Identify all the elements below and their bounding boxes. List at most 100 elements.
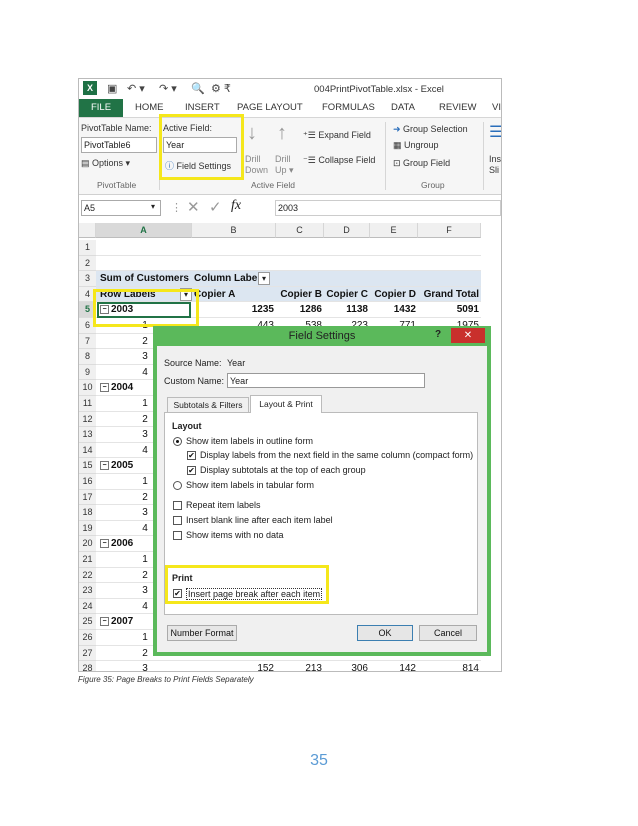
row-header[interactable]: 3: [79, 271, 96, 287]
collapse-icon[interactable]: −: [100, 539, 109, 549]
tab-formulas[interactable]: FORMULAS: [322, 102, 375, 113]
filter-dropdown-icon[interactable]: ▾: [258, 272, 270, 286]
row-header[interactable]: 21: [79, 552, 96, 568]
group-selection-button[interactable]: ➜ Group Selection: [393, 124, 468, 135]
cell-b5[interactable]: 1235: [192, 302, 276, 317]
row-header[interactable]: 2: [79, 255, 96, 272]
tab-home[interactable]: HOME: [135, 102, 164, 113]
tab-subtotals-filters[interactable]: Subtotals & Filters: [167, 397, 249, 412]
row-header[interactable]: 13: [79, 427, 96, 443]
insert-function-icon[interactable]: fx: [231, 198, 241, 214]
collapse-icon[interactable]: −: [100, 461, 109, 471]
cancel-icon[interactable]: ✕: [187, 198, 200, 216]
tab-review[interactable]: REVIEW: [439, 102, 476, 113]
cell-d5[interactable]: 1138: [324, 302, 370, 317]
row-header[interactable]: 1: [79, 240, 96, 256]
row-header[interactable]: 18: [79, 505, 96, 521]
customize-icon[interactable]: ⚙ ₹: [211, 82, 231, 95]
select-all-corner[interactable]: [79, 223, 96, 238]
cell-b28[interactable]: 152: [192, 661, 276, 671]
cell-e28[interactable]: 142: [370, 661, 418, 671]
cell-e5[interactable]: 1432: [370, 302, 418, 317]
pivottable-name-input[interactable]: PivotTable6: [81, 137, 157, 153]
radio-tabular-form[interactable]: [173, 481, 182, 490]
collapse-icon[interactable]: −: [100, 617, 109, 627]
expand-field-button[interactable]: ⁺☰ Expand Field: [303, 130, 371, 141]
insert-slicer-button[interactable]: Ins Sli: [489, 154, 501, 176]
print-preview-icon[interactable]: 🔍: [191, 82, 205, 95]
tab-file[interactable]: FILE: [79, 99, 123, 117]
cell-b4[interactable]: Copier A: [192, 287, 276, 302]
drill-down-button[interactable]: Drill Down: [245, 154, 268, 176]
row-header[interactable]: 14: [79, 442, 96, 459]
collapse-icon[interactable]: −: [100, 383, 109, 393]
formula-input[interactable]: 2003: [275, 200, 501, 216]
row-header[interactable]: 9: [79, 364, 96, 381]
row-header[interactable]: 16: [79, 474, 96, 490]
check-blank-line[interactable]: [173, 516, 182, 525]
column-header-d[interactable]: D: [324, 223, 370, 238]
cancel-button[interactable]: Cancel: [419, 625, 477, 641]
cell-f4[interactable]: Grand Total: [418, 287, 481, 302]
close-icon[interactable]: ✕: [451, 328, 485, 343]
insert-slicer-icon[interactable]: ☰: [489, 122, 501, 142]
tab-view[interactable]: VI: [492, 102, 501, 113]
row-header[interactable]: 22: [79, 567, 96, 584]
row-header[interactable]: 11: [79, 396, 96, 412]
cell-d28[interactable]: 306: [324, 661, 370, 671]
tab-layout-print[interactable]: Layout & Print: [250, 395, 322, 413]
ungroup-button[interactable]: ▦ Ungroup: [393, 140, 439, 151]
column-header-b[interactable]: B: [192, 223, 276, 238]
cell-f28[interactable]: 814: [418, 661, 481, 671]
column-header-c[interactable]: C: [276, 223, 324, 238]
enter-icon[interactable]: ✓: [209, 198, 222, 216]
check-no-data[interactable]: [173, 531, 182, 540]
help-icon[interactable]: ?: [435, 329, 441, 340]
cell-d4[interactable]: Copier C: [324, 287, 370, 302]
check-repeat-labels[interactable]: [173, 501, 182, 510]
name-box-dropdown-icon[interactable]: ▾: [151, 202, 155, 211]
save-icon[interactable]: ▣: [107, 82, 117, 95]
column-header-a[interactable]: A: [96, 223, 192, 238]
cell-a28[interactable]: 3: [98, 661, 192, 671]
collapse-field-button[interactable]: ⁻☰ Collapse Field: [303, 155, 375, 166]
custom-name-input[interactable]: Year: [227, 373, 425, 388]
row-header[interactable]: 7: [79, 333, 96, 350]
row-header[interactable]: 26: [79, 630, 96, 646]
cell-e4[interactable]: Copier D: [370, 287, 418, 302]
row-header[interactable]: 12: [79, 411, 96, 428]
row-header[interactable]: 20: [79, 536, 96, 552]
row-header[interactable]: 19: [79, 520, 96, 537]
row-header[interactable]: 28: [79, 661, 96, 671]
cell-c5[interactable]: 1286: [276, 302, 324, 317]
cell-c28[interactable]: 213: [276, 661, 324, 671]
column-header-e[interactable]: E: [370, 223, 418, 238]
cell-f5[interactable]: 5091: [418, 302, 481, 317]
cell-a3[interactable]: Sum of Customers: [98, 271, 192, 286]
cell-c4[interactable]: Copier B: [276, 287, 324, 302]
row-header[interactable]: 23: [79, 583, 96, 599]
row-header[interactable]: 15: [79, 458, 96, 474]
options-button[interactable]: ▤ Options ▾: [81, 158, 130, 169]
ok-button[interactable]: OK: [357, 625, 413, 641]
drill-down-icon[interactable]: ↓: [247, 122, 257, 145]
undo-icon[interactable]: ↶ ▾: [127, 82, 145, 95]
tab-data[interactable]: DATA: [391, 102, 415, 113]
name-box[interactable]: A5: [81, 200, 161, 216]
row-header[interactable]: 25: [79, 614, 96, 630]
row-header[interactable]: 24: [79, 598, 96, 615]
group-field-button[interactable]: ⊡ Group Field: [393, 158, 450, 169]
row-header[interactable]: 8: [79, 349, 96, 365]
redo-icon[interactable]: ↷ ▾: [159, 82, 177, 95]
row-header[interactable]: 17: [79, 489, 96, 506]
drill-up-icon[interactable]: ↑: [277, 122, 287, 145]
number-format-button[interactable]: Number Format: [167, 625, 237, 641]
tab-page-layout[interactable]: PAGE LAYOUT: [237, 102, 303, 113]
column-header-f[interactable]: F: [418, 223, 481, 238]
row-header[interactable]: 27: [79, 645, 96, 662]
tab-insert[interactable]: INSERT: [185, 102, 220, 113]
check-subtotals-top[interactable]: ✔: [187, 466, 196, 475]
radio-outline-form[interactable]: [173, 437, 182, 446]
drill-up-button[interactable]: Drill Up ▾: [275, 154, 294, 176]
check-compact-form[interactable]: ✔: [187, 451, 196, 460]
